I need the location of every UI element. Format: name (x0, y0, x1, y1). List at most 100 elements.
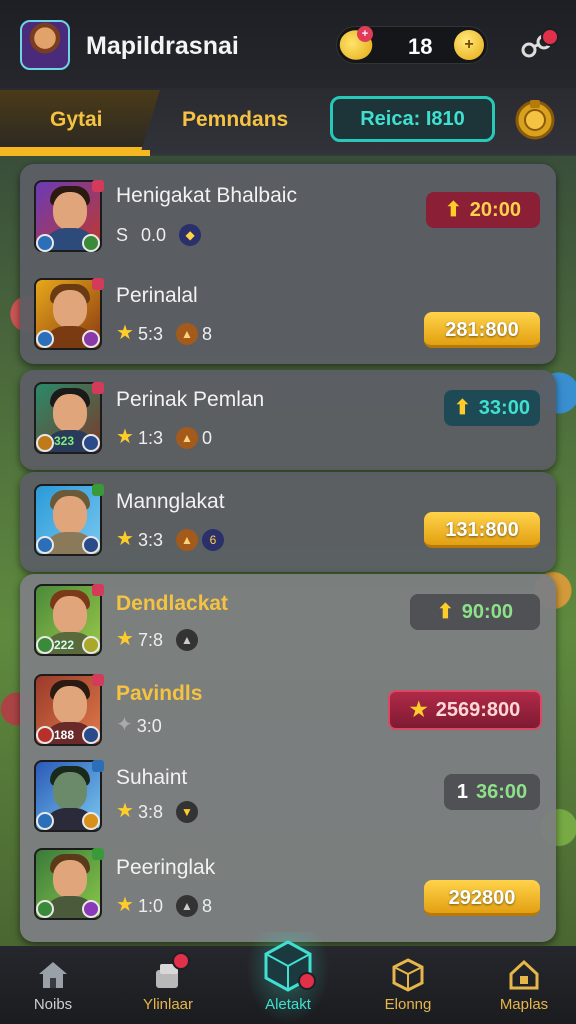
list-item[interactable]: 222 Dendlackat ★ 7:8 ▲ ⬆ 90:00 (20, 574, 556, 674)
player-name: Perinak Pemlan (116, 388, 265, 411)
fire-icon: ▲ (175, 427, 198, 450)
reward-badge[interactable]: ⬆ 33:00 (444, 390, 540, 426)
rank-badge-icon (82, 330, 100, 348)
level-number-icon: 6 (201, 529, 224, 552)
player-stats: ★ 3:8 ▼ (116, 798, 202, 824)
list-item[interactable]: Peeringlak ★ 1:0 ▲ 8 292800 (20, 842, 556, 942)
flag-icon (92, 674, 104, 686)
nav-label: Aletakt (265, 996, 311, 1013)
star-icon: ★ (116, 894, 134, 916)
flag-icon (92, 760, 104, 772)
notification-badge (298, 972, 316, 990)
player-name: Pavindls (116, 682, 203, 705)
reward-badge[interactable]: 1 36:00 (444, 774, 540, 810)
shield-icon: ◆ (179, 224, 202, 247)
flag-icon (92, 382, 104, 394)
list-item[interactable]: Henigakat Bhalbaic S 0.0 ◆ ⬆ 20:00 (20, 166, 556, 266)
star-icon: ★ (116, 628, 134, 650)
rank-badge-icon (82, 900, 100, 918)
flag-icon (92, 278, 104, 290)
portrait-number: 222 (54, 638, 75, 652)
nav-label: Maplas (499, 996, 549, 1013)
nav-item-inventory[interactable]: Ylinlaar (118, 946, 218, 1024)
level-badge-icon (36, 330, 54, 348)
player-avatar[interactable] (20, 20, 70, 70)
nav-label: Noibs (33, 996, 73, 1013)
level-badge-icon (36, 812, 54, 830)
player-name: Dendlackat (116, 592, 229, 615)
notification-badge (541, 28, 559, 46)
player-stats: ★ 1:0 ▲ 8 (116, 894, 212, 918)
player-stats: ★ 1:3 ▲ 0 (116, 426, 212, 450)
rank-badge-icon (82, 434, 100, 452)
coin-icon[interactable]: + (454, 30, 484, 60)
list-item[interactable]: Perinalal ★ 5:3 ▲ 8 281:800 (20, 266, 556, 366)
tab-gytai-label[interactable]: Gytai (50, 108, 103, 132)
flag-icon (92, 848, 104, 860)
nav-item-home[interactable]: Noibs (3, 946, 103, 1024)
rank-badge-icon (82, 536, 100, 554)
star-icon: ★ (116, 528, 134, 550)
reward-badge[interactable]: ⬆ 90:00 (410, 594, 540, 630)
portrait-number: 323 (54, 434, 75, 448)
shield-icon: ▲ (175, 629, 198, 652)
tab-reica[interactable]: Reica: I810 (330, 96, 495, 142)
nav-item-map[interactable]: Maplas (474, 946, 574, 1024)
level-badge-icon (36, 636, 54, 654)
fire-icon: ▲ (175, 529, 198, 552)
rank-badge-icon (82, 234, 100, 252)
claim-reward-button[interactable]: 292800 (424, 880, 540, 916)
reward-badge[interactable]: ★ 2569:800 (388, 690, 542, 730)
player-stats: S 0.0 ◆ (116, 224, 205, 247)
star-icon: ★ (116, 426, 134, 448)
level-badge-icon (36, 900, 54, 918)
trophy-icon[interactable] (512, 96, 558, 142)
reward-badge[interactable]: ⬆ 20:00 (426, 192, 540, 228)
star-icon: ★ (409, 699, 428, 721)
currency-value: 18 (408, 34, 433, 59)
player-stats: ★ 7:8 ▲ (116, 626, 202, 652)
player-name: Perinalal (116, 284, 198, 307)
player-name: Henigakat Bhalbaic (116, 184, 297, 207)
nav-item-build[interactable]: Elonng (358, 946, 458, 1024)
player-name: Mapildrasnai (86, 32, 239, 60)
level-badge-icon (36, 726, 54, 744)
nav-label: Ylinlaar (142, 996, 194, 1013)
player-name: Peeringlak (116, 856, 216, 879)
map-house-icon (509, 959, 539, 990)
notification-badge (172, 952, 190, 970)
nav-label: Elonng (384, 996, 432, 1013)
tab-pemndans-label[interactable]: Pemndans (182, 108, 288, 132)
rank-badge-icon (82, 636, 100, 654)
claim-reward-button[interactable]: 281:800 (424, 312, 540, 348)
rank-badge-icon (82, 812, 100, 830)
level-badge-icon (36, 434, 54, 452)
wing-icon: ✦ (116, 714, 133, 736)
player-stats: ✦ 3:0 (116, 714, 162, 736)
level-badge-icon (36, 234, 54, 252)
plus-badge-icon[interactable]: + (357, 26, 373, 42)
player-stats: ★ 5:3 ▲ 8 (116, 322, 212, 346)
claim-reward-button[interactable]: 131:800 (424, 512, 540, 548)
list-item[interactable]: Suhaint ★ 3:8 ▼ 1 36:00 (20, 754, 556, 854)
list-item[interactable]: 323 Perinak Pemlan ★ 1:3 ▲ 0 ⬆ 33:00 (20, 370, 556, 470)
flag-icon (92, 584, 104, 596)
flag-icon (92, 180, 104, 192)
player-name: Suhaint (116, 766, 188, 789)
arrow-up-icon: ⬆ (445, 199, 462, 221)
home-icon (39, 962, 67, 988)
portrait-number: 188 (54, 728, 75, 742)
arrow-up-icon: ⬆ (437, 601, 454, 623)
fire-icon: ▲ (175, 323, 198, 346)
rank-badge-icon (82, 726, 100, 744)
crate-icon (392, 958, 424, 992)
list-item[interactable]: 188 Pavindls ✦ 3:0 ★ 2569:800 (20, 664, 556, 764)
level-badge-icon (36, 536, 54, 554)
player-stats: ★ 3:3 ▲ 6 (116, 526, 228, 552)
shield-icon: ▲ (175, 895, 198, 918)
list-item[interactable]: Mannglakat ★ 3:3 ▲ 6 131:800 (20, 472, 556, 572)
arrow-up-icon: ⬆ (454, 397, 471, 419)
star-icon: ★ (116, 800, 134, 822)
flag-icon (92, 484, 104, 496)
player-name: Mannglakat (116, 490, 225, 513)
